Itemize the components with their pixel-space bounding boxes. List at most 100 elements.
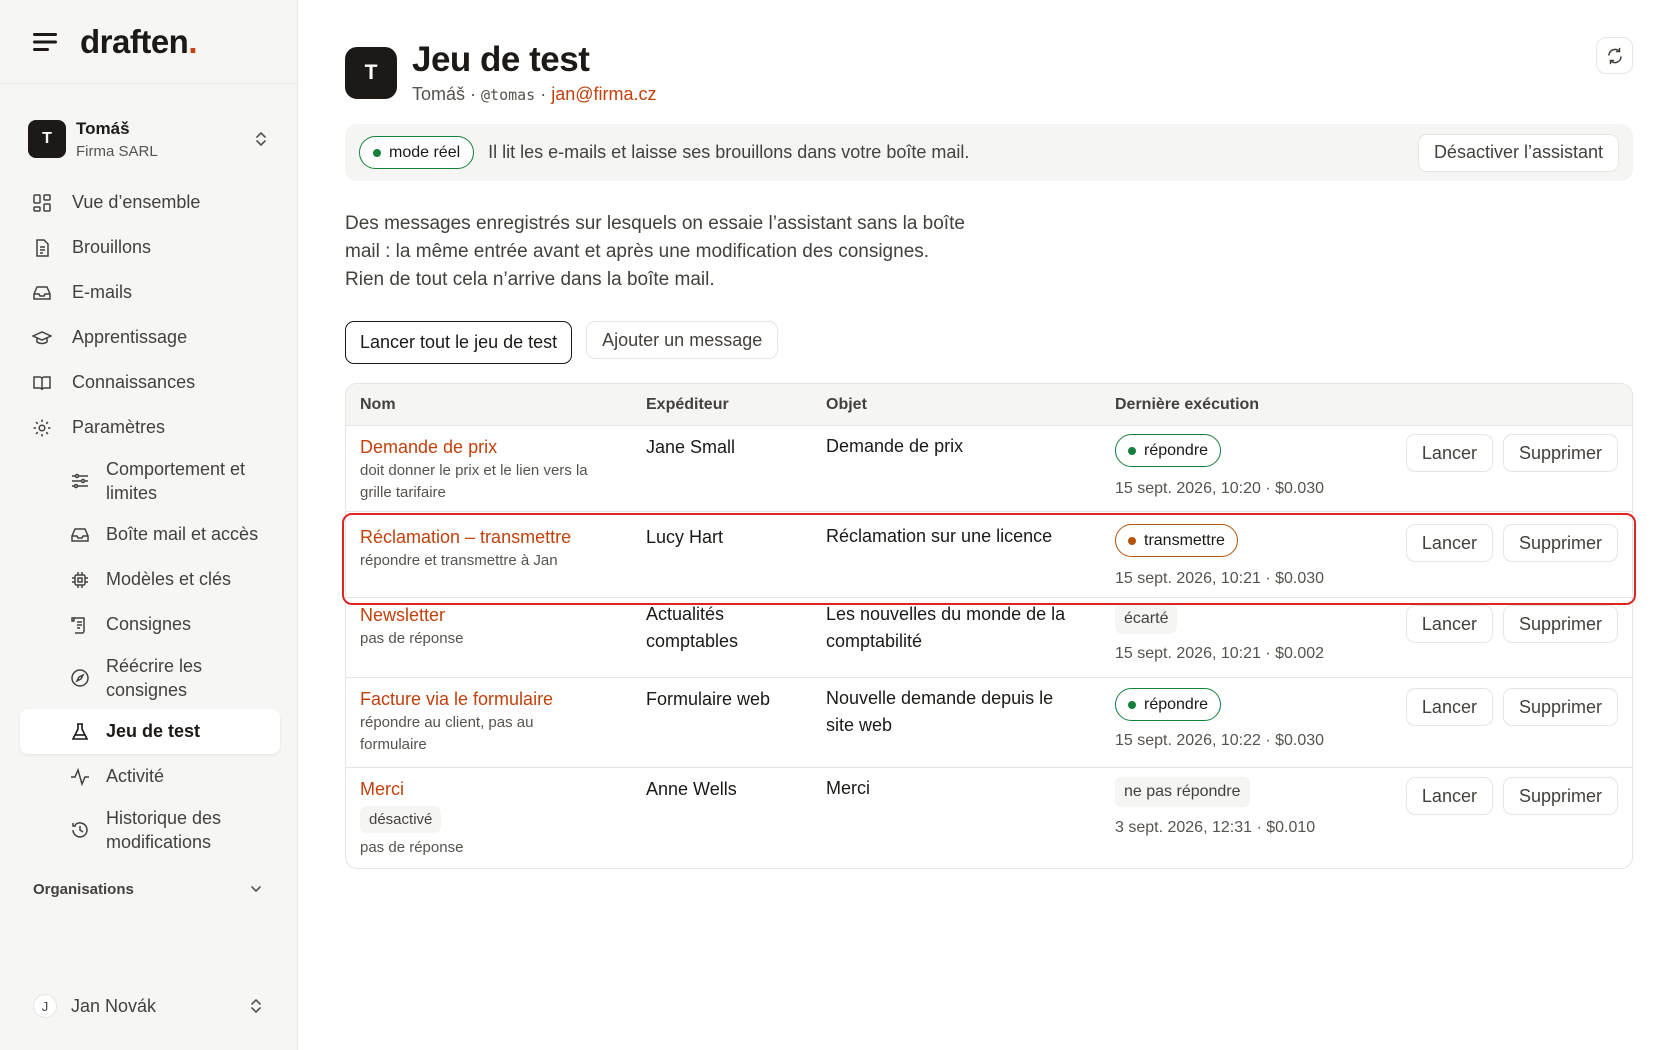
chevron-updown-icon — [247, 997, 265, 1015]
delete-button[interactable]: Supprimer — [1502, 688, 1618, 726]
sidebar-item-label: Apprentissage — [72, 327, 188, 347]
test-description: doit donner le prix et le lien vers la g… — [360, 462, 588, 501]
run-button[interactable]: Lancer — [1405, 524, 1493, 562]
sidebar-item-mailbox[interactable]: Boîte mail et accès — [20, 512, 280, 557]
brand-bar: draften. — [0, 0, 297, 84]
sender: Jane Small — [646, 437, 736, 457]
column-subject: Objet — [826, 396, 867, 413]
sender: Formulaire web — [646, 689, 771, 709]
chip-icon — [70, 570, 90, 590]
workspace-switcher[interactable]: T Tomáš Firma SARL — [20, 106, 278, 172]
status-label: répondre — [1144, 441, 1209, 459]
owner-email-link[interactable]: jan@firma.cz — [551, 84, 656, 104]
sidebar-item-knowledge[interactable]: Connaissances — [20, 360, 280, 405]
workspace-avatar: T — [28, 120, 66, 158]
run-button[interactable]: Lancer — [1405, 688, 1493, 726]
scroll-icon — [70, 615, 90, 635]
status-dot — [1128, 536, 1136, 545]
workspace-company: Firma SARL — [76, 142, 158, 160]
table-row[interactable]: Newsletter pas de réponse Actualités com… — [346, 598, 1632, 678]
refresh-button[interactable] — [1596, 37, 1633, 74]
table-header: Nom Expéditeur Objet Dernière exécution — [346, 384, 1632, 426]
table-row[interactable]: Merci désactivé pas de réponse Anne Well… — [346, 768, 1632, 868]
brand-dot: . — [188, 22, 198, 60]
mode-badge: mode réel — [359, 136, 475, 169]
subject: Merci — [826, 778, 870, 798]
menu-icon[interactable] — [33, 32, 57, 51]
status-dot — [373, 148, 381, 157]
sidebar-item-overview[interactable]: Vue d’ensemble — [20, 180, 280, 225]
test-description: pas de réponse — [360, 630, 464, 647]
sidebar-item-instructions[interactable]: Consignes — [20, 602, 280, 647]
brand-name: draften — [80, 22, 189, 60]
test-name-link[interactable]: Newsletter — [360, 605, 620, 626]
user-menu[interactable]: J Jan Novák — [33, 994, 265, 1018]
chevron-down-icon — [247, 880, 265, 898]
table-row[interactable]: Facture via le formulaire répondre au cl… — [346, 678, 1632, 768]
run-meta: 15 sept. 2026, 10:21 · $0.002 — [1115, 645, 1325, 662]
gear-icon — [32, 418, 52, 438]
delete-button[interactable]: Supprimer — [1502, 524, 1618, 562]
subject: Les nouvelles du monde de la comptabilit… — [826, 604, 1066, 651]
delete-button[interactable]: Supprimer — [1502, 605, 1618, 643]
sidebar-item-settings[interactable]: Paramètres — [20, 405, 280, 450]
page-title: Jeu de test — [412, 40, 590, 79]
sidebar-item-emails[interactable]: E-mails — [20, 270, 280, 315]
test-description: répondre et transmettre à Jan — [360, 552, 558, 569]
status-badge: écarté — [1115, 604, 1178, 634]
user-name: Jan Novák — [71, 995, 157, 1016]
sidebar-item-testset[interactable]: Jeu de test — [20, 709, 280, 754]
test-description: pas de réponse — [360, 839, 464, 856]
sidebar-item-rewrite[interactable]: Réécrire les consignes — [20, 647, 280, 709]
status-dot — [1128, 446, 1136, 455]
run-button[interactable]: Lancer — [1405, 777, 1493, 815]
test-table: Nom Expéditeur Objet Dernière exécution … — [345, 383, 1633, 869]
sender: Lucy Hart — [646, 527, 724, 547]
graduation-cap-icon — [32, 328, 52, 348]
banner-message: Il lit les e-mails et laisse ses brouill… — [488, 142, 970, 162]
run-meta: 15 sept. 2026, 10:20 · $0.030 — [1115, 480, 1325, 497]
add-message-button[interactable]: Ajouter un message — [586, 321, 779, 359]
flask-icon — [70, 722, 90, 742]
mode-label: mode réel — [389, 143, 461, 161]
separator: · — [465, 84, 482, 104]
sender: Anne Wells — [646, 779, 737, 799]
test-name-link[interactable]: Merci — [360, 779, 620, 800]
sidebar-nav: Vue d’ensemble Brouillons E-mails Appren… — [20, 180, 280, 861]
sliders-icon — [70, 471, 90, 491]
test-name-link[interactable]: Facture via le formulaire — [360, 689, 620, 710]
run-button[interactable]: Lancer — [1405, 605, 1493, 643]
history-icon — [70, 820, 90, 840]
run-all-button[interactable]: Lancer tout le jeu de test — [345, 321, 573, 364]
sidebar-item-models[interactable]: Modèles et clés — [20, 557, 280, 602]
sidebar-item-label: Vue d’ensemble — [72, 192, 201, 212]
test-name-link[interactable]: Demande de prix — [360, 437, 620, 458]
sidebar-item-label: Comportement et limites — [106, 459, 246, 503]
sidebar-item-history[interactable]: Historique des modifications — [20, 799, 280, 861]
table-row[interactable]: Réclamation – transmettre répondre et tr… — [346, 512, 1632, 598]
sidebar-item-label: Réécrire les consignes — [106, 656, 203, 700]
organisations-label: Organisations — [33, 880, 134, 898]
subject: Demande de prix — [826, 436, 964, 456]
book-icon — [32, 373, 52, 393]
run-meta: 3 sept. 2026, 12:31 · $0.010 — [1115, 819, 1316, 836]
deactivate-assistant-button[interactable]: Désactiver l’assistant — [1417, 133, 1619, 172]
refresh-icon — [1606, 47, 1624, 65]
mode-banner: mode réel Il lit les e-mails et laisse s… — [345, 124, 1633, 181]
sidebar-item-learning[interactable]: Apprentissage — [20, 315, 280, 360]
delete-button[interactable]: Supprimer — [1502, 434, 1618, 472]
brand-logo[interactable]: draften. — [80, 23, 205, 61]
sidebar-item-label: Connaissances — [72, 372, 196, 392]
table-row[interactable]: Demande de prix doit donner le prix et l… — [346, 426, 1632, 512]
page-header: T Jeu de test Tomáš · @tomas · jan@firma… — [345, 40, 657, 105]
delete-button[interactable]: Supprimer — [1502, 777, 1618, 815]
sidebar-item-activity[interactable]: Activité — [20, 754, 280, 799]
test-name-link[interactable]: Réclamation – transmettre — [360, 527, 620, 548]
sidebar-item-label: Jeu de test — [106, 721, 201, 741]
inbox-icon — [32, 283, 52, 303]
run-button[interactable]: Lancer — [1405, 434, 1493, 472]
organisations-toggle[interactable]: Organisations — [33, 880, 265, 898]
sidebar-item-label: Activité — [106, 766, 165, 786]
sidebar-item-behavior[interactable]: Comportement et limites — [20, 450, 280, 512]
sidebar-item-drafts[interactable]: Brouillons — [20, 225, 280, 270]
